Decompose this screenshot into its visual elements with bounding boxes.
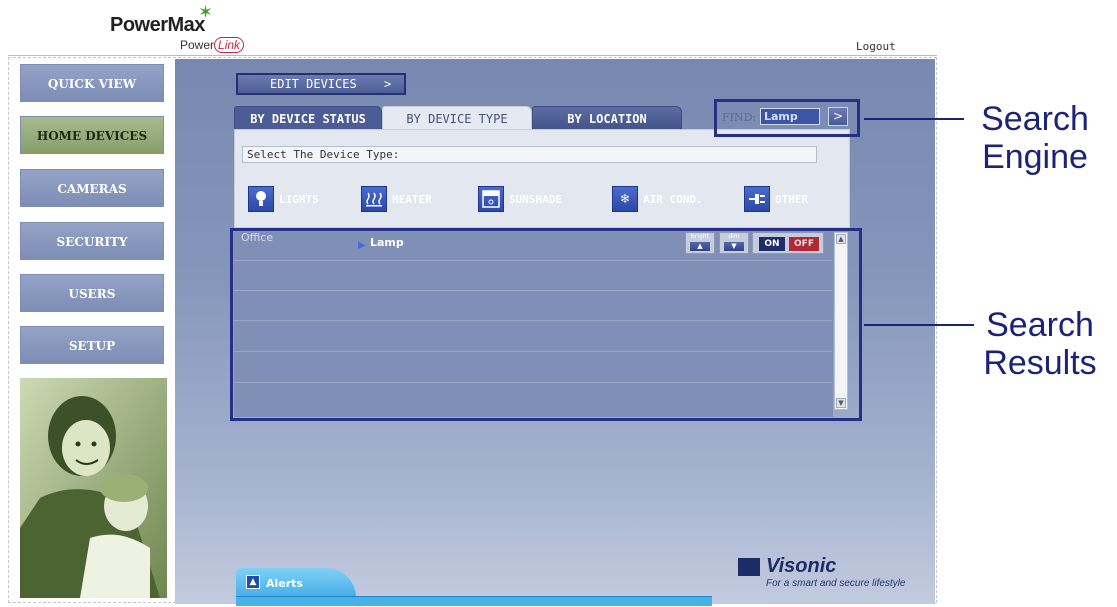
search-results-callout-line: [864, 324, 974, 326]
powermax-logo: PowerMax: [110, 14, 205, 36]
header-divider: [8, 55, 937, 56]
logout-link[interactable]: Logout: [856, 40, 896, 53]
type-other-label: OTHER: [775, 192, 809, 206]
callout-line-2: Results: [983, 344, 1097, 382]
type-heater[interactable]: HEATER: [361, 185, 432, 213]
search-engine-callout-line: [864, 118, 964, 120]
alerts-label[interactable]: Alerts: [266, 577, 303, 590]
search-results-highlight: [230, 228, 862, 421]
family-photo: [20, 378, 167, 598]
sidebar-item-users[interactable]: USERS: [20, 274, 164, 312]
chevron-up-icon[interactable]: ▲: [246, 575, 260, 589]
sunshade-icon: [478, 186, 504, 212]
search-engine-callout: Search Engine: [960, 100, 1110, 176]
type-lights[interactable]: LIGHTS: [248, 185, 319, 213]
type-sunshade[interactable]: SUNSHADE: [478, 185, 562, 213]
bulb-icon: [248, 186, 274, 212]
type-other[interactable]: OTHER: [744, 185, 808, 213]
sidebar-item-cameras[interactable]: CAMERAS: [20, 169, 164, 207]
visonic-logo: Visonic: [766, 555, 837, 577]
type-lights-label: LIGHTS: [279, 192, 319, 206]
logo-star-icon: ✶: [198, 2, 214, 23]
tab-by-device-status[interactable]: BY DEVICE STATUS: [234, 106, 382, 130]
visonic-tagline: For a smart and secure lifestyle: [766, 578, 906, 589]
callout-line-1: Search: [981, 100, 1089, 138]
plug-icon: [744, 186, 770, 212]
chevron-right-icon: >: [383, 77, 392, 91]
tab-by-location[interactable]: BY LOCATION: [532, 106, 682, 130]
sidebar-item-setup[interactable]: SETUP: [20, 326, 164, 364]
search-engine-highlight: [714, 99, 860, 137]
sidebar-item-security[interactable]: SECURITY: [20, 222, 164, 260]
callout-line-2: Engine: [982, 138, 1088, 176]
edit-devices-button[interactable]: EDIT DEVICES >: [236, 73, 406, 95]
type-heater-label: HEATER: [392, 192, 432, 206]
alerts-bar: [236, 596, 712, 606]
powerlink-suffix: Link: [214, 37, 245, 53]
snowflake-icon: ❄: [612, 186, 638, 212]
device-type-panel: [234, 129, 850, 228]
type-sunshade-label: SUNSHADE: [509, 192, 562, 206]
heater-icon: [361, 186, 387, 212]
tab-by-device-type[interactable]: BY DEVICE TYPE: [382, 106, 532, 130]
device-type-prompt: Select The Device Type:: [242, 146, 817, 163]
type-air-cond-label: AIR COND.: [643, 192, 703, 206]
visonic-logo-icon: [738, 558, 760, 576]
sidebar-item-home-devices[interactable]: HOME DEVICES: [20, 116, 164, 154]
powerlink-prefix: Power: [180, 38, 215, 52]
powerlink-logo: Power Link: [180, 37, 245, 53]
edit-devices-label: EDIT DEVICES: [270, 77, 357, 91]
sidebar-item-quick-view[interactable]: QUICK VIEW: [20, 64, 164, 102]
callout-line-1: Search: [986, 306, 1094, 344]
type-air-cond[interactable]: ❄ AIR COND.: [612, 185, 703, 213]
search-results-callout: Search Results: [965, 306, 1115, 382]
